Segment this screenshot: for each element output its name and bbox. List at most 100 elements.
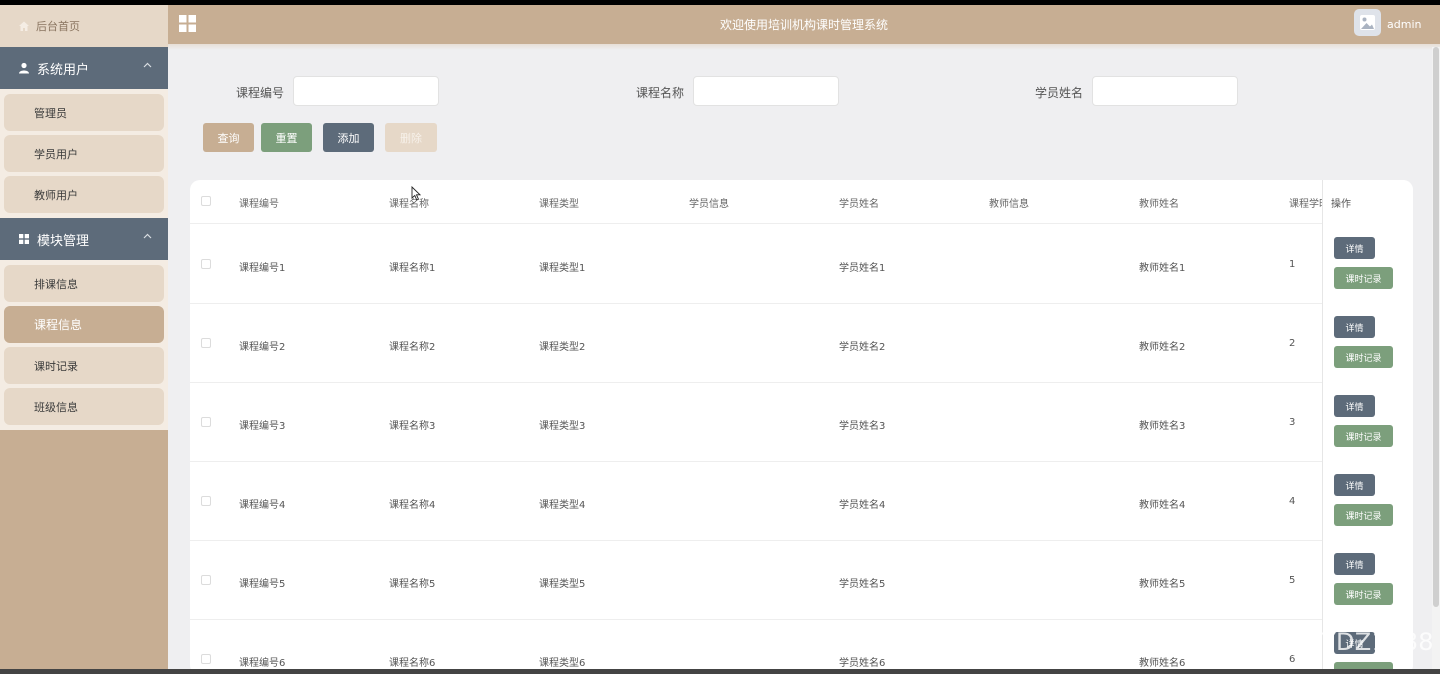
course-no-input[interactable] bbox=[293, 76, 439, 106]
user-icon bbox=[18, 62, 30, 74]
column-header: 课程编号 bbox=[239, 199, 279, 210]
course-table: 课程编号 课程名称 课程类型 学员信息 学员姓名 教师信息 教师姓名 课程学时 … bbox=[190, 180, 1413, 669]
sidebar-item-admin[interactable]: 管理员 bbox=[4, 94, 164, 131]
action-column-header: 操作 bbox=[1331, 199, 1351, 210]
mouse-cursor-icon bbox=[411, 185, 422, 205]
sidebar-home-label: 后台首页 bbox=[36, 20, 80, 33]
table-cell: 课程类型6 bbox=[539, 658, 586, 669]
table-cell: 学员姓名6 bbox=[839, 658, 886, 669]
table-cell: 学员姓名4 bbox=[839, 500, 886, 511]
table-cell: 课程编号2 bbox=[239, 342, 286, 353]
student-name-label: 学员姓名 bbox=[1035, 86, 1084, 100]
course-name-label: 课程名称 bbox=[636, 86, 685, 100]
page-scrollbar[interactable] bbox=[1432, 47, 1440, 669]
table-row: 课程编号1 课程名称1 课程类型1 学员姓名1 教师姓名1 1 bbox=[190, 225, 1413, 304]
table-cell: 学员姓名3 bbox=[839, 421, 886, 432]
table-cell: 课程类型1 bbox=[539, 263, 586, 274]
table-cell: 课程类型5 bbox=[539, 579, 586, 590]
table-row: 课程编号5 课程名称5 课程类型5 学员姓名5 教师姓名5 5 bbox=[190, 541, 1413, 620]
sidebar-item-label: 课程信息 bbox=[34, 318, 83, 332]
detail-button[interactable]: 详情 bbox=[1334, 474, 1375, 496]
column-header: 课程名称 bbox=[389, 199, 429, 210]
sidebar-group-label: 系统用户 bbox=[37, 62, 90, 78]
image-icon bbox=[1360, 15, 1375, 30]
table-row: 课程编号3 课程名称3 课程类型3 学员姓名3 教师姓名3 3 bbox=[190, 383, 1413, 462]
top-header: 欢迎使用培训机构课时管理系统 admin bbox=[168, 5, 1440, 50]
watermark: CSDN @VX_BYDZ1988 bbox=[1158, 628, 1434, 656]
bottom-bar bbox=[0, 669, 1440, 674]
row-checkbox[interactable] bbox=[201, 417, 211, 427]
system-title: 欢迎使用培训机构课时管理系统 bbox=[719, 18, 888, 32]
row-checkbox[interactable] bbox=[201, 496, 211, 506]
sidebar-item-label: 班级信息 bbox=[34, 400, 78, 414]
username[interactable]: admin bbox=[1387, 18, 1421, 31]
delete-button[interactable]: 删除 bbox=[385, 123, 437, 152]
student-name-input[interactable] bbox=[1092, 76, 1238, 106]
sidebar-item-label: 学员用户 bbox=[34, 147, 78, 161]
sidebar-item-class-hour-records[interactable]: 课时记录 bbox=[4, 347, 164, 384]
course-name-input[interactable] bbox=[693, 76, 839, 106]
table-cell: 3 bbox=[1289, 417, 1296, 428]
table-cell: 2 bbox=[1289, 338, 1296, 349]
table-header: 课程编号 课程名称 课程类型 学员信息 学员姓名 教师信息 教师姓名 课程学时 bbox=[190, 180, 1413, 224]
row-checkbox[interactable] bbox=[201, 259, 211, 269]
detail-button[interactable]: 详情 bbox=[1334, 316, 1375, 338]
add-button[interactable]: 添加 bbox=[323, 123, 374, 152]
table-cell: 学员姓名5 bbox=[839, 579, 886, 590]
chevron-up-icon bbox=[143, 231, 152, 242]
class-hour-record-button[interactable]: 课时记录 bbox=[1334, 346, 1393, 368]
sidebar-submenu-module-management: 排课信息 课程信息 课时记录 班级信息 bbox=[0, 260, 168, 430]
sidebar-item-label: 课时记录 bbox=[34, 359, 78, 373]
sidebar-home[interactable]: 后台首页 bbox=[0, 5, 168, 47]
table-cell: 课程名称3 bbox=[389, 421, 436, 432]
table-cell: 课程类型3 bbox=[539, 421, 586, 432]
query-button[interactable]: 查询 bbox=[203, 123, 254, 152]
detail-button[interactable]: 详情 bbox=[1334, 395, 1375, 417]
table-cell: 教师姓名3 bbox=[1139, 421, 1186, 432]
sidebar-item-label: 教师用户 bbox=[34, 188, 78, 202]
table-cell: 课程编号4 bbox=[239, 500, 286, 511]
sidebar-group-system-users[interactable]: 系统用户 bbox=[0, 47, 168, 89]
row-checkbox[interactable] bbox=[201, 575, 211, 585]
sidebar-item-label: 管理员 bbox=[34, 106, 67, 120]
class-hour-record-button[interactable]: 课时记录 bbox=[1334, 267, 1393, 289]
table-cell: 教师姓名4 bbox=[1139, 500, 1186, 511]
sidebar-item-label: 排课信息 bbox=[34, 277, 78, 291]
course-no-label: 课程编号 bbox=[236, 86, 285, 100]
table-row: 课程编号4 课程名称4 课程类型4 学员姓名4 教师姓名4 4 bbox=[190, 462, 1413, 541]
sidebar-item-class-info[interactable]: 班级信息 bbox=[4, 388, 164, 425]
sidebar-submenu-system-users: 管理员 学员用户 教师用户 bbox=[0, 89, 168, 218]
detail-button[interactable]: 详情 bbox=[1334, 553, 1375, 575]
table-row: 课程编号2 课程名称2 课程类型2 学员姓名2 教师姓名2 2 bbox=[190, 304, 1413, 383]
table-cell: 课程名称5 bbox=[389, 579, 436, 590]
avatar[interactable] bbox=[1354, 9, 1381, 36]
table-cell: 课程编号1 bbox=[239, 263, 286, 274]
table-cell: 课程编号5 bbox=[239, 579, 286, 590]
select-all-checkbox[interactable] bbox=[201, 196, 211, 206]
chevron-up-icon bbox=[143, 60, 152, 71]
table-cell: 课程类型2 bbox=[539, 342, 586, 353]
grid-icon bbox=[18, 233, 30, 245]
table-cell: 4 bbox=[1289, 496, 1296, 507]
action-column: 操作 详情课时记录详情课时记录详情课时记录详情课时记录详情课时记录详情课时记录 bbox=[1322, 180, 1413, 669]
column-header: 学员姓名 bbox=[839, 199, 879, 210]
table-cell: 课程名称4 bbox=[389, 500, 436, 511]
row-checkbox[interactable] bbox=[201, 654, 211, 664]
sidebar-item-schedule-info[interactable]: 排课信息 bbox=[4, 265, 164, 302]
sidebar: 后台首页 系统用户 管理员 学员用户 教师用户 模块管理 排课信息 课程信息 课… bbox=[0, 5, 168, 669]
row-checkbox[interactable] bbox=[201, 338, 211, 348]
sidebar-group-label: 模块管理 bbox=[37, 233, 90, 249]
class-hour-record-button[interactable]: 课时记录 bbox=[1334, 662, 1393, 669]
sidebar-item-course-info[interactable]: 课程信息 bbox=[4, 306, 164, 343]
detail-button[interactable]: 详情 bbox=[1334, 237, 1375, 259]
class-hour-record-button[interactable]: 课时记录 bbox=[1334, 504, 1393, 526]
class-hour-record-button[interactable]: 课时记录 bbox=[1334, 583, 1393, 605]
column-header: 课程类型 bbox=[539, 199, 579, 210]
reset-button[interactable]: 重置 bbox=[261, 123, 312, 152]
class-hour-record-button[interactable]: 课时记录 bbox=[1334, 425, 1393, 447]
sidebar-item-student-users[interactable]: 学员用户 bbox=[4, 135, 164, 172]
table-cell: 学员姓名1 bbox=[839, 263, 886, 274]
sidebar-group-module-management[interactable]: 模块管理 bbox=[0, 218, 168, 260]
sidebar-item-teacher-users[interactable]: 教师用户 bbox=[4, 176, 164, 213]
scrollbar-thumb[interactable] bbox=[1433, 47, 1439, 607]
